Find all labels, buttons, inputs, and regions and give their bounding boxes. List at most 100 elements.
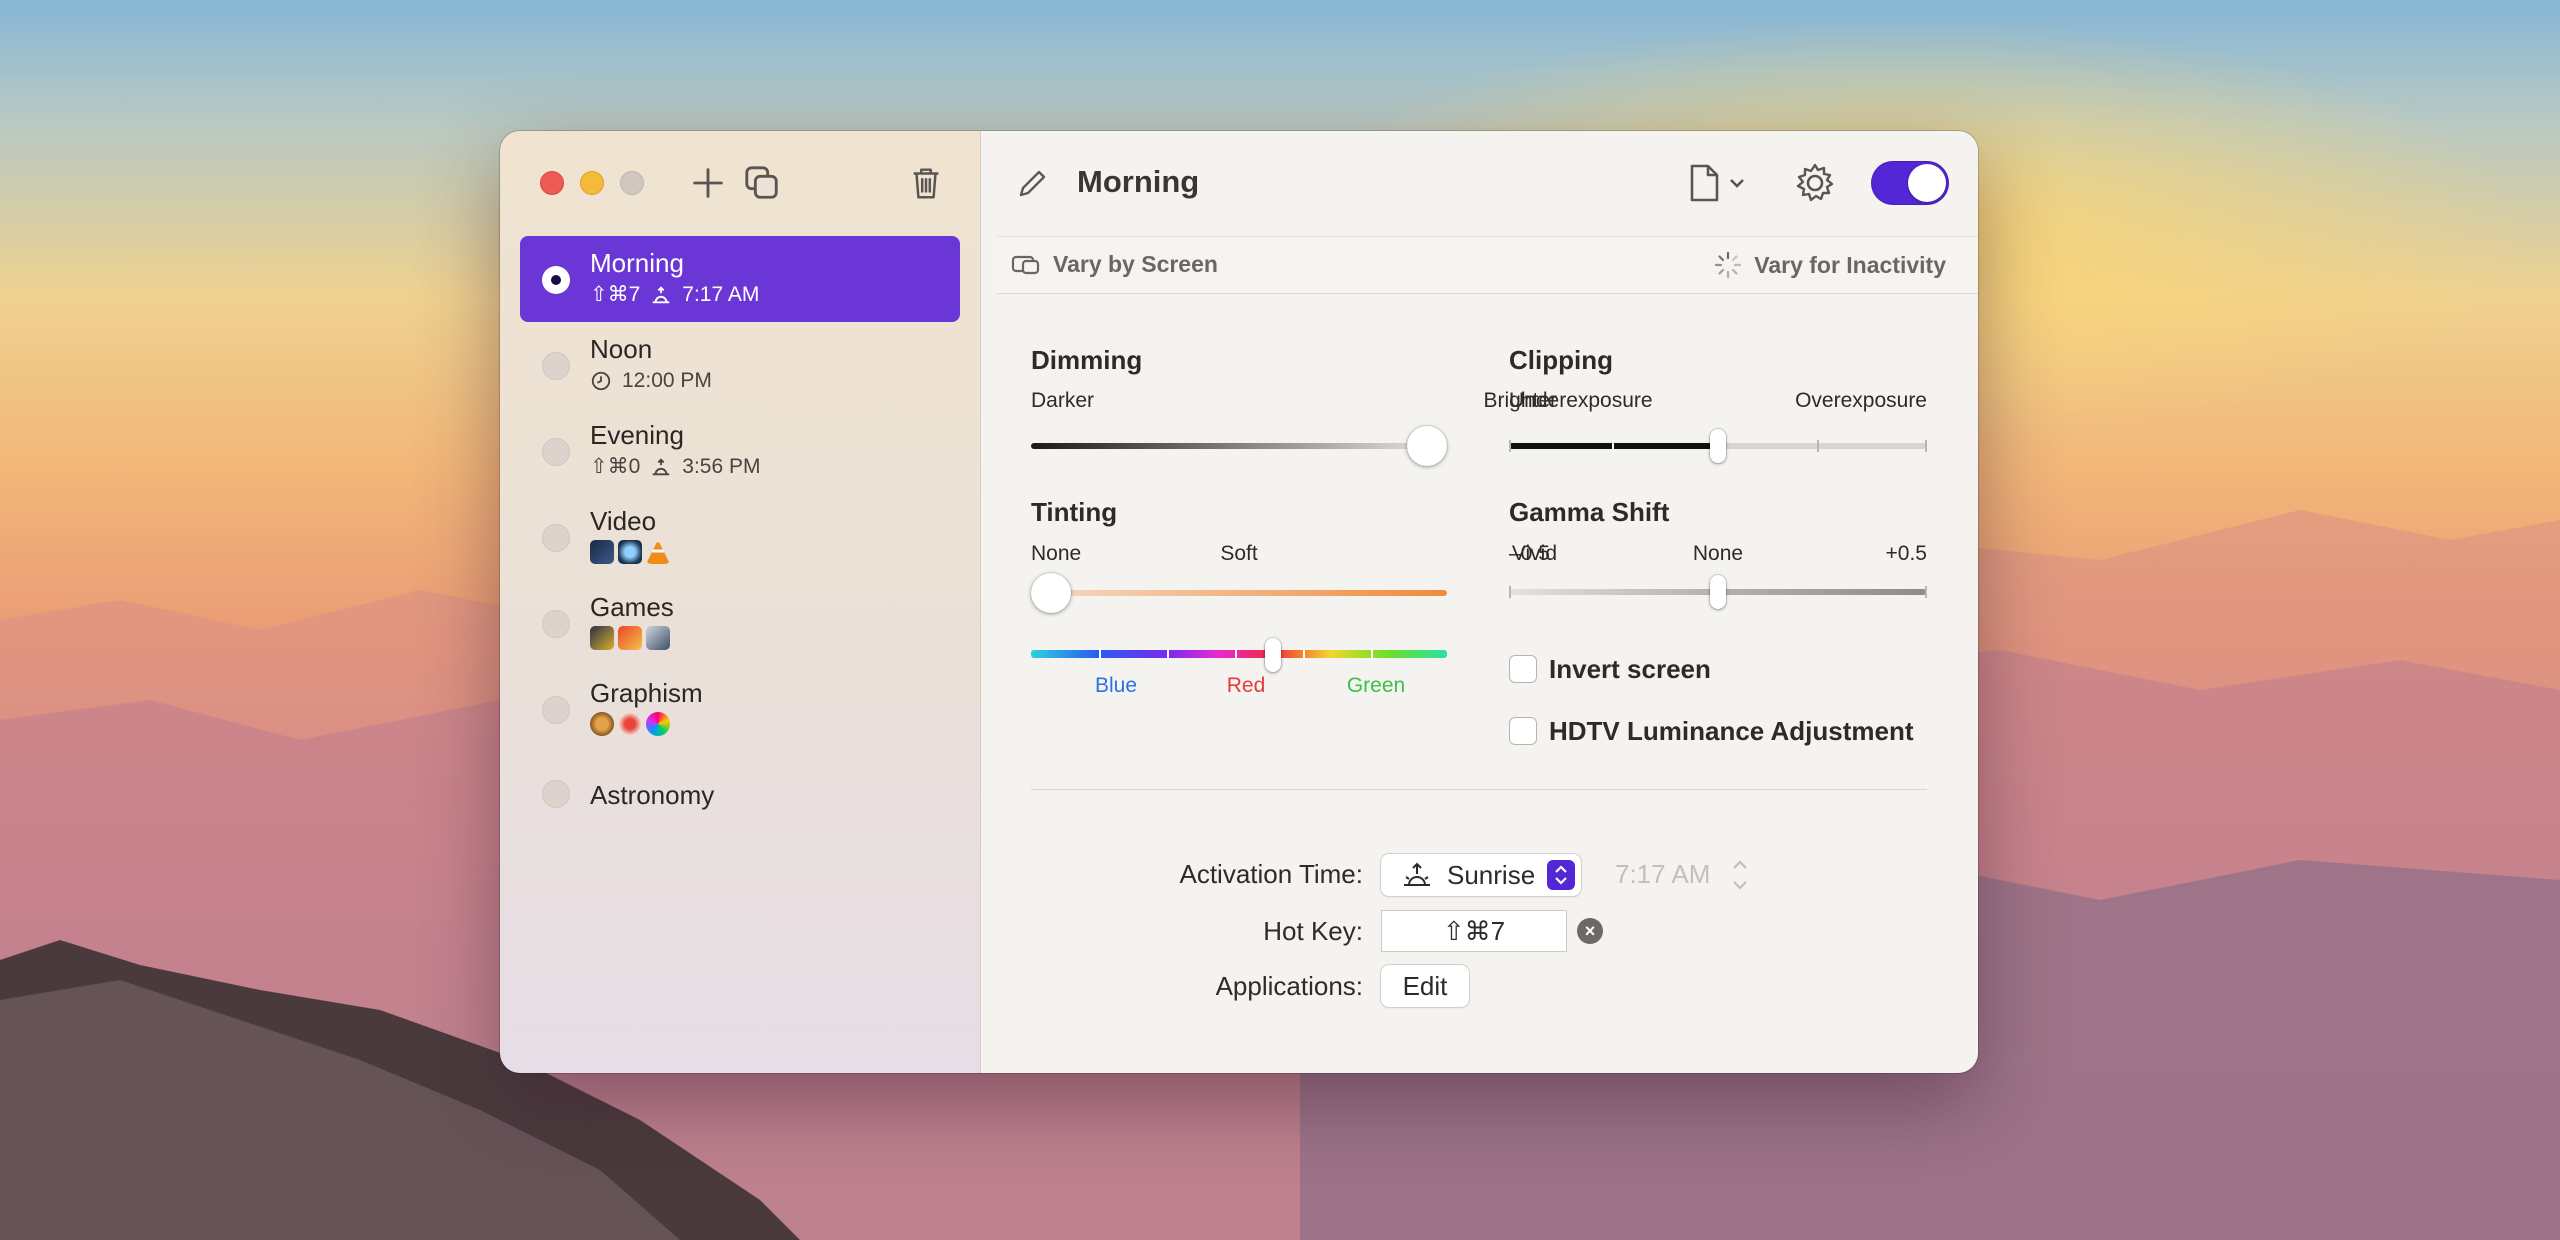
applications-label: Applications: — [1215, 971, 1363, 1001]
slider-tick — [1509, 440, 1511, 452]
graphics-app-icon-2 — [618, 712, 642, 736]
popup-arrows-icon[interactable] — [1547, 860, 1575, 890]
vary-for-inactivity-button[interactable]: Vary for Inactivity — [1714, 251, 1946, 279]
profile-item-noon[interactable]: Noon 12:00 PM — [520, 322, 960, 408]
trash-icon[interactable] — [902, 159, 950, 207]
dimming-slider-track[interactable] — [1031, 443, 1443, 449]
profile-name: Noon — [590, 334, 653, 364]
profile-list: Morning ⇧⌘7 7:17 AM Noon 12:00 PM Evenin… — [520, 236, 960, 838]
dimming-slider-knob[interactable] — [1407, 426, 1447, 466]
radio[interactable] — [542, 610, 570, 638]
activity-icon — [1715, 251, 1742, 279]
profile-item-evening[interactable]: Evening ⇧⌘0 3:56 PM — [520, 408, 960, 494]
tinting-label-none: None — [1031, 542, 1082, 565]
profile-name: Video — [590, 506, 657, 536]
profile-item-video[interactable]: Video — [520, 494, 960, 580]
activation-time-field[interactable]: 7:17 AM — [1615, 859, 1710, 890]
profile-time: 12:00 PM — [622, 369, 712, 392]
hue-slider-track[interactable] — [1031, 650, 1447, 658]
screenium-app-icon — [618, 540, 642, 564]
invert-screen-checkbox[interactable] — [1509, 655, 1537, 683]
clipping-slider-knob[interactable] — [1710, 429, 1726, 463]
tinting-slider-track[interactable] — [1031, 590, 1447, 596]
chevron-down-icon — [1730, 179, 1744, 188]
radio[interactable] — [542, 696, 570, 724]
radio[interactable] — [542, 524, 570, 552]
hdtv-checkbox[interactable] — [1509, 717, 1537, 745]
game-app-icon-1 — [590, 626, 614, 650]
radio[interactable] — [542, 780, 570, 808]
profile-item-games[interactable]: Games — [520, 580, 960, 666]
vlc-app-icon — [646, 540, 670, 564]
tinting-title: Tinting — [1031, 497, 1118, 527]
plus-icon[interactable] — [684, 159, 732, 207]
profile-editor: Morning Vary by Screen Vary for Inactivi… — [981, 131, 1978, 1073]
hue-label-red: Red — [1226, 674, 1266, 697]
sunrise-icon — [653, 286, 670, 304]
game-app-icon-3 — [646, 626, 670, 650]
activation-time-label: Activation Time: — [1179, 859, 1363, 889]
slider-tick — [1925, 586, 1927, 598]
sunrise-icon — [1404, 862, 1430, 886]
profile-name: Graphism — [590, 678, 703, 708]
gamma-slider-knob[interactable] — [1710, 575, 1726, 609]
profile-shortcut: ⇧⌘0 — [590, 455, 641, 478]
vary-by-screen-label: Vary by Screen — [1053, 251, 1218, 277]
profile-time: 3:56 PM — [682, 455, 761, 478]
sidebar: Morning ⇧⌘7 7:17 AM Noon 12:00 PM Evenin… — [500, 131, 981, 1073]
graphics-app-icon-1 — [590, 712, 614, 736]
profile-shortcut: ⇧⌘7 — [590, 283, 641, 306]
gear-icon[interactable] — [1793, 161, 1837, 205]
hue-label-green: Green — [1346, 674, 1406, 697]
radio[interactable] — [542, 438, 570, 466]
vary-options-bar: Vary by Screen Vary for Inactivity — [997, 236, 1978, 294]
slider-tick — [1303, 648, 1305, 660]
profile-name: Evening — [590, 420, 684, 450]
close-window-button[interactable] — [540, 171, 564, 195]
profile-name: Astronomy — [590, 780, 715, 810]
clipping-title: Clipping — [1509, 345, 1613, 375]
minimize-window-button[interactable] — [580, 171, 604, 195]
time-stepper-icon[interactable] — [1729, 856, 1751, 894]
zoom-window-button[interactable] — [620, 171, 644, 195]
radio[interactable] — [542, 352, 570, 380]
document-icon — [1690, 164, 1719, 202]
profile-item-morning[interactable]: Morning ⇧⌘7 7:17 AM — [520, 236, 960, 322]
divider — [1031, 789, 1927, 790]
selected-radio[interactable] — [542, 266, 570, 294]
hue-slider-knob[interactable] — [1265, 638, 1281, 672]
vary-for-inactivity-label: Vary for Inactivity — [1754, 251, 1946, 278]
slider-tick — [1509, 586, 1511, 598]
invert-screen-label: Invert screen — [1549, 654, 1711, 684]
dimming-min-label: Darker — [1031, 389, 1095, 412]
slider-tick — [1925, 440, 1927, 452]
tinting-label-soft: Soft — [1220, 542, 1258, 565]
slider-tick — [1612, 440, 1614, 452]
gamma-label-max: +0.5 — [1885, 542, 1927, 565]
slider-tick — [1235, 648, 1237, 660]
hot-key-field[interactable]: ⇧⌘7 — [1381, 910, 1567, 952]
gamma-label-none: None — [1692, 542, 1744, 565]
quicktime-app-icon — [590, 540, 614, 564]
clipping-min-label: Underexposure — [1509, 389, 1653, 412]
slider-tick — [1817, 440, 1819, 452]
hue-label-blue: Blue — [1094, 674, 1138, 697]
game-app-icon-2 — [618, 626, 642, 650]
pencil-icon[interactable] — [1015, 167, 1049, 201]
editor-header: Morning — [981, 131, 1978, 236]
gamma-shift-title: Gamma Shift — [1509, 497, 1670, 527]
clear-hotkey-icon[interactable]: × — [1577, 918, 1603, 944]
profile-item-astronomy[interactable]: Astronomy — [520, 752, 960, 838]
duplicate-icon[interactable] — [738, 159, 786, 207]
vary-by-screen-button[interactable]: Vary by Screen — [1011, 251, 1218, 278]
document-menu-button[interactable] — [1687, 159, 1757, 207]
profile-name: Games — [590, 592, 674, 622]
profile-item-graphism[interactable]: Graphism — [520, 666, 960, 752]
edit-applications-button[interactable]: Edit — [1381, 965, 1469, 1007]
profile-enabled-toggle[interactable] — [1871, 161, 1949, 205]
gamma-label-min: –0.5 — [1509, 542, 1550, 565]
slider-tick — [1167, 648, 1169, 660]
profile-title[interactable]: Morning — [1077, 164, 1199, 200]
graphics-app-icon-3 — [646, 712, 670, 736]
tinting-slider-knob[interactable] — [1031, 573, 1071, 613]
